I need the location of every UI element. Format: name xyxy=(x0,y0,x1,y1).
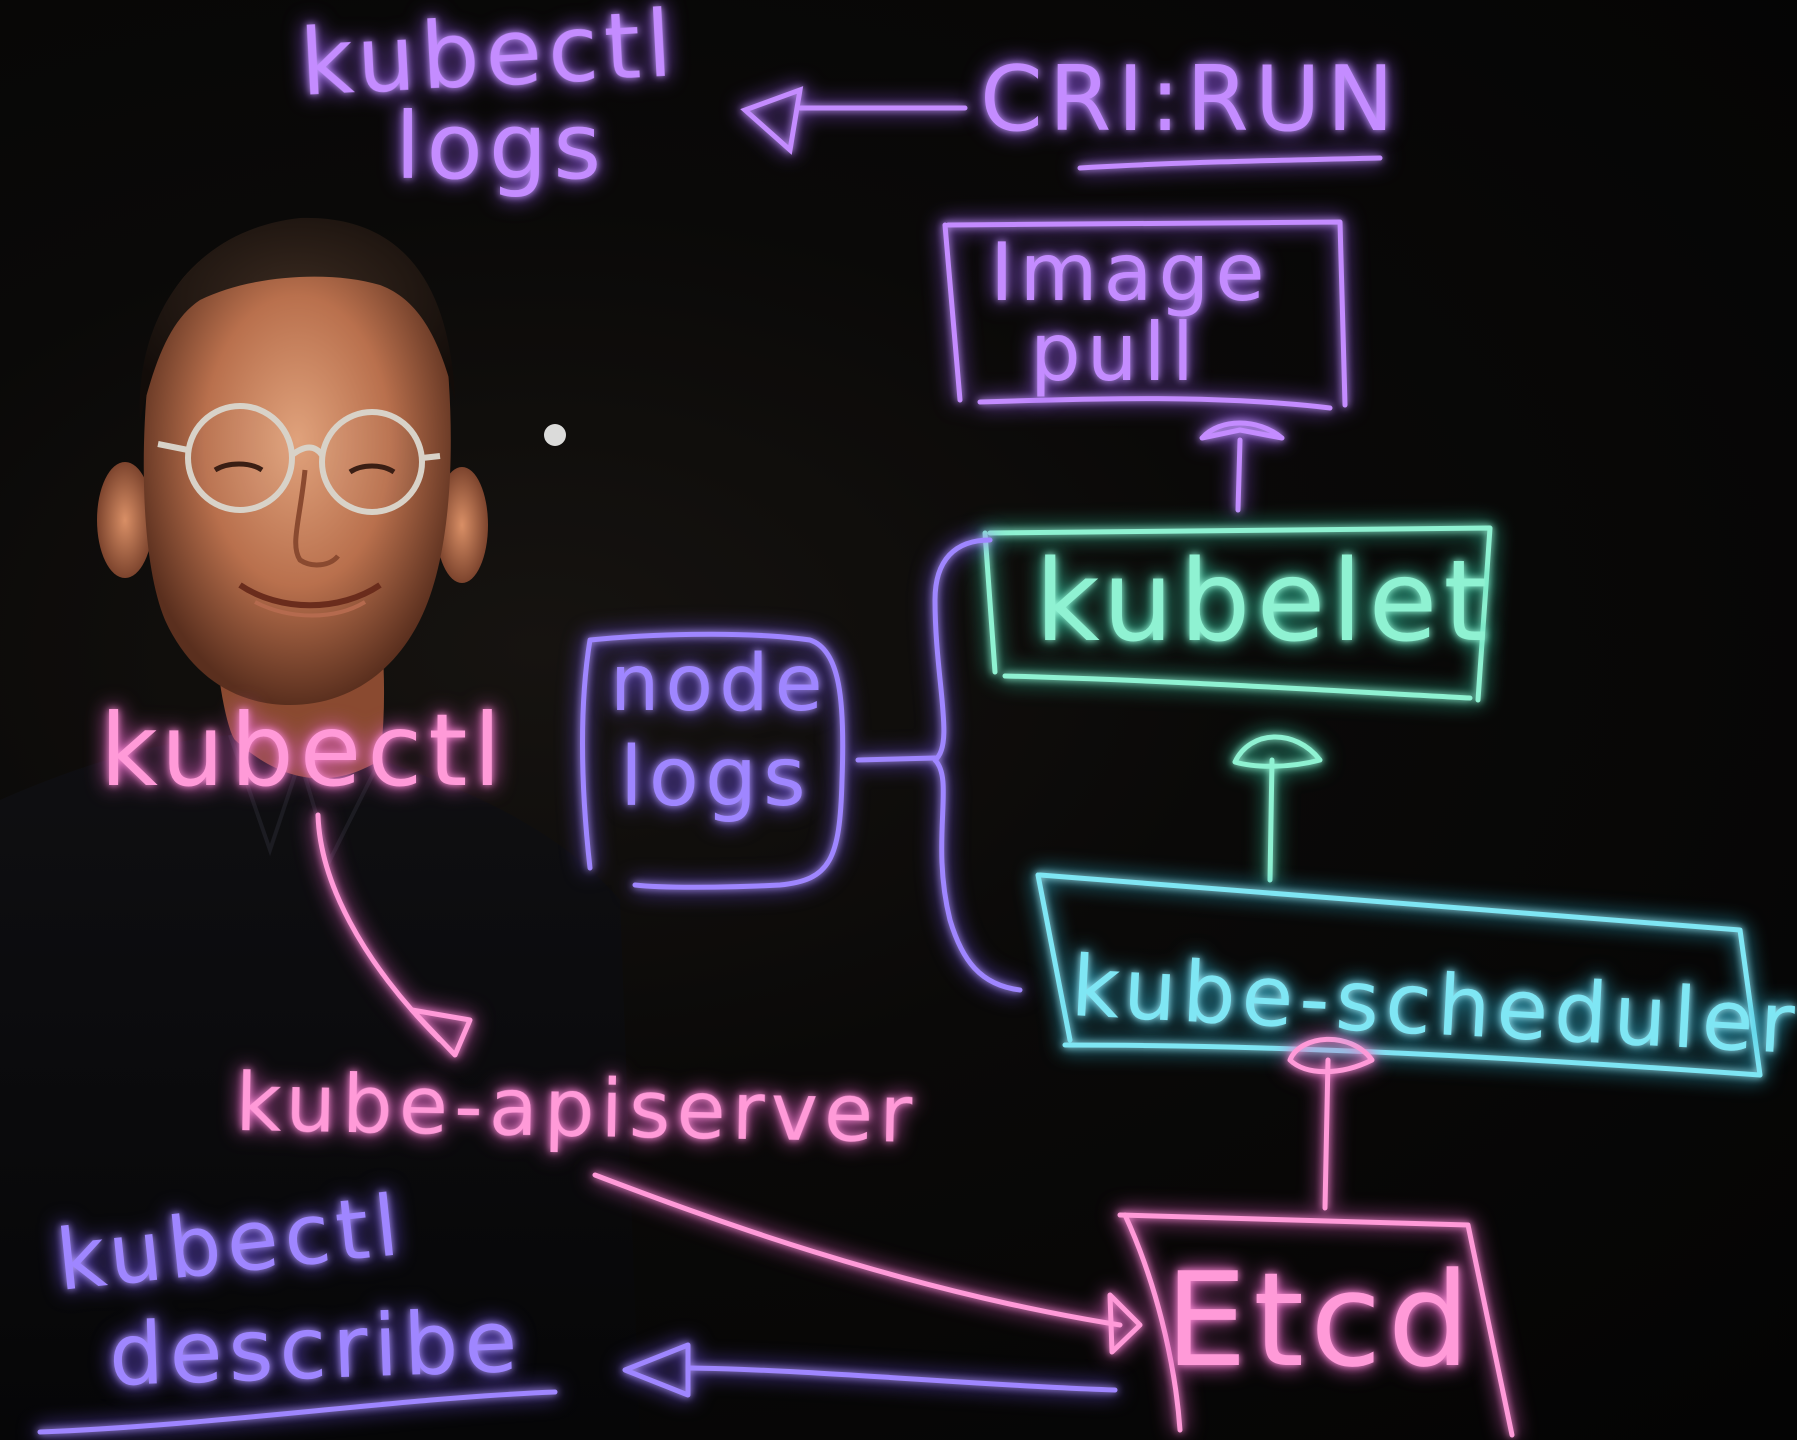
image-pull-box-left xyxy=(942,222,963,403)
label-image-pull-line2: pull xyxy=(1030,306,1200,399)
arrow-kubelet-to-image-pull xyxy=(1235,437,1243,513)
kubelet-box-left xyxy=(982,530,998,675)
image-pull-box-bottom xyxy=(977,396,1333,411)
label-kubectl-describe-line2: describe xyxy=(107,1292,525,1406)
brace-kubelet-scheduler xyxy=(932,537,1023,993)
lightboard-stage: kubectl logs CRI:RUN Image pull kubelet … xyxy=(0,0,1797,1440)
label-kubectl: kubectl xyxy=(100,692,507,809)
scheduler-box-left xyxy=(1035,872,1073,1043)
kubelet-box-bottom xyxy=(1002,673,1473,701)
label-kubelet: kubelet xyxy=(1035,537,1493,667)
label-kube-apiserver: kube-apiserver xyxy=(235,1056,919,1161)
arrowhead-to-image-pull xyxy=(1199,420,1285,441)
label-kube-scheduler: kube-scheduler xyxy=(1069,937,1797,1073)
arrow-etcd-to-describe xyxy=(687,1365,1118,1393)
arrowhead-to-kubelet xyxy=(1232,734,1323,769)
label-etcd: Etcd xyxy=(1165,1244,1476,1396)
connector-node-logs-to-brace xyxy=(855,755,938,763)
light-flare xyxy=(544,424,566,446)
arrowhead-to-kubectl-logs xyxy=(740,86,804,155)
label-node-logs-line2: logs xyxy=(620,730,812,825)
label-kubectl-logs-line2: logs xyxy=(395,93,607,200)
label-node-logs-line1: node xyxy=(610,639,829,729)
lightboard-diagram: kubectl logs CRI:RUN Image pull kubelet … xyxy=(0,0,1797,1440)
cri-run-underline xyxy=(1077,155,1383,171)
label-cri-run: CRI:RUN xyxy=(980,47,1400,152)
arrow-etcd-to-scheduler xyxy=(1322,1057,1331,1211)
arrow-apiserver-to-etcd xyxy=(592,1172,1123,1328)
arrow-scheduler-to-kubelet xyxy=(1267,757,1275,883)
